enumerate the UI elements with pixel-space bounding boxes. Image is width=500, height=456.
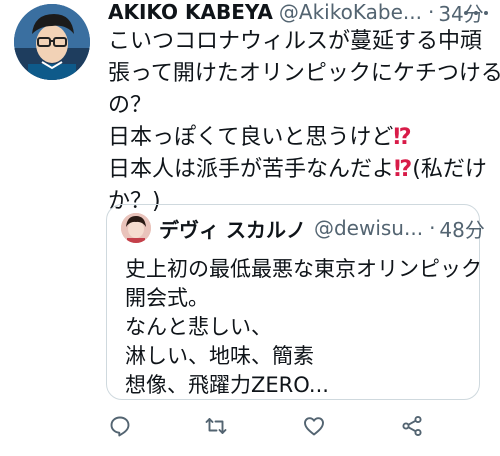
interrobang-emoji: ⁉ — [393, 125, 412, 150]
interrobang-emoji: ⁉ — [394, 157, 413, 182]
quoted-tweet-text: 史上初の最低最悪な東京オリンピック 開会式。 なんと悲しい、 淋しい、地味、簡素… — [125, 255, 482, 400]
tweet-line: 日本っぽくて良いと思うけど⁉ — [108, 122, 488, 154]
more-options-icon[interactable] — [464, 4, 488, 22]
author-display-name[interactable]: AKIKO KABEYA — [108, 0, 273, 24]
quoted-line: 開会式。 — [125, 286, 209, 310]
share-button[interactable] — [398, 412, 426, 440]
tweet-line: こいつコロナウィルスが蔓延する中頑 — [108, 29, 483, 54]
reply-icon — [110, 416, 130, 437]
quoted-line: 想像、飛躍力ZERO... — [125, 373, 329, 397]
tweet-line-text: 日本っぽくて良いと思うけど — [108, 125, 394, 150]
author-handle[interactable]: @AkikoKabe... — [279, 0, 422, 24]
heart-icon — [304, 417, 324, 436]
share-icon — [402, 415, 422, 437]
quoted-timestamp: 48分 — [439, 217, 485, 242]
quoted-line: 史上初の最低最悪な東京オリンピック — [125, 257, 482, 281]
separator-dot: · — [427, 0, 435, 24]
quoted-tweet-header: デヴィ スカルノ @dewisu... · 48分 — [159, 213, 485, 243]
tweet-text: こいつコロナウィルスが蔓延する中頑 張って開けたオリンピックにケチつける の？ … — [108, 26, 500, 218]
tweet-line: 日本人は派手が苦手なんだよ⁉(私だけ — [108, 154, 488, 186]
like-button[interactable] — [300, 412, 328, 440]
retweet-icon — [205, 418, 227, 434]
reply-button[interactable] — [106, 412, 134, 440]
retweet-button[interactable] — [202, 412, 230, 440]
tweet-line-text: 日本人は派手が苦手なんだよ — [108, 157, 395, 182]
quoted-tweet[interactable]: デヴィ スカルノ @dewisu... · 48分 史上初の最低最悪な東京オリン… — [106, 204, 485, 400]
quoted-line: 淋しい、地味、簡素 — [125, 344, 314, 368]
quoted-display-name: デヴィ スカルノ — [159, 217, 306, 242]
tweet-line: 張って開けたオリンピックにケチつける — [108, 61, 500, 86]
separator-dot: · — [429, 216, 436, 240]
quoted-line: なんと悲しい、 — [125, 315, 272, 339]
tweet-header: AKIKO KABEYA @AkikoKabe... · 34分 — [108, 0, 500, 26]
tweet-line-suffix: (私だけ — [412, 157, 487, 182]
quoted-author-avatar[interactable] — [121, 213, 151, 243]
author-avatar[interactable] — [14, 4, 90, 80]
quoted-handle: @dewisu... — [313, 216, 424, 240]
tweet[interactable]: AKIKO KABEYA @AkikoKabe... · 34分 こいつコロナウ… — [0, 0, 500, 456]
tweet-actions — [106, 412, 426, 448]
tweet-line: の？ — [108, 93, 153, 118]
